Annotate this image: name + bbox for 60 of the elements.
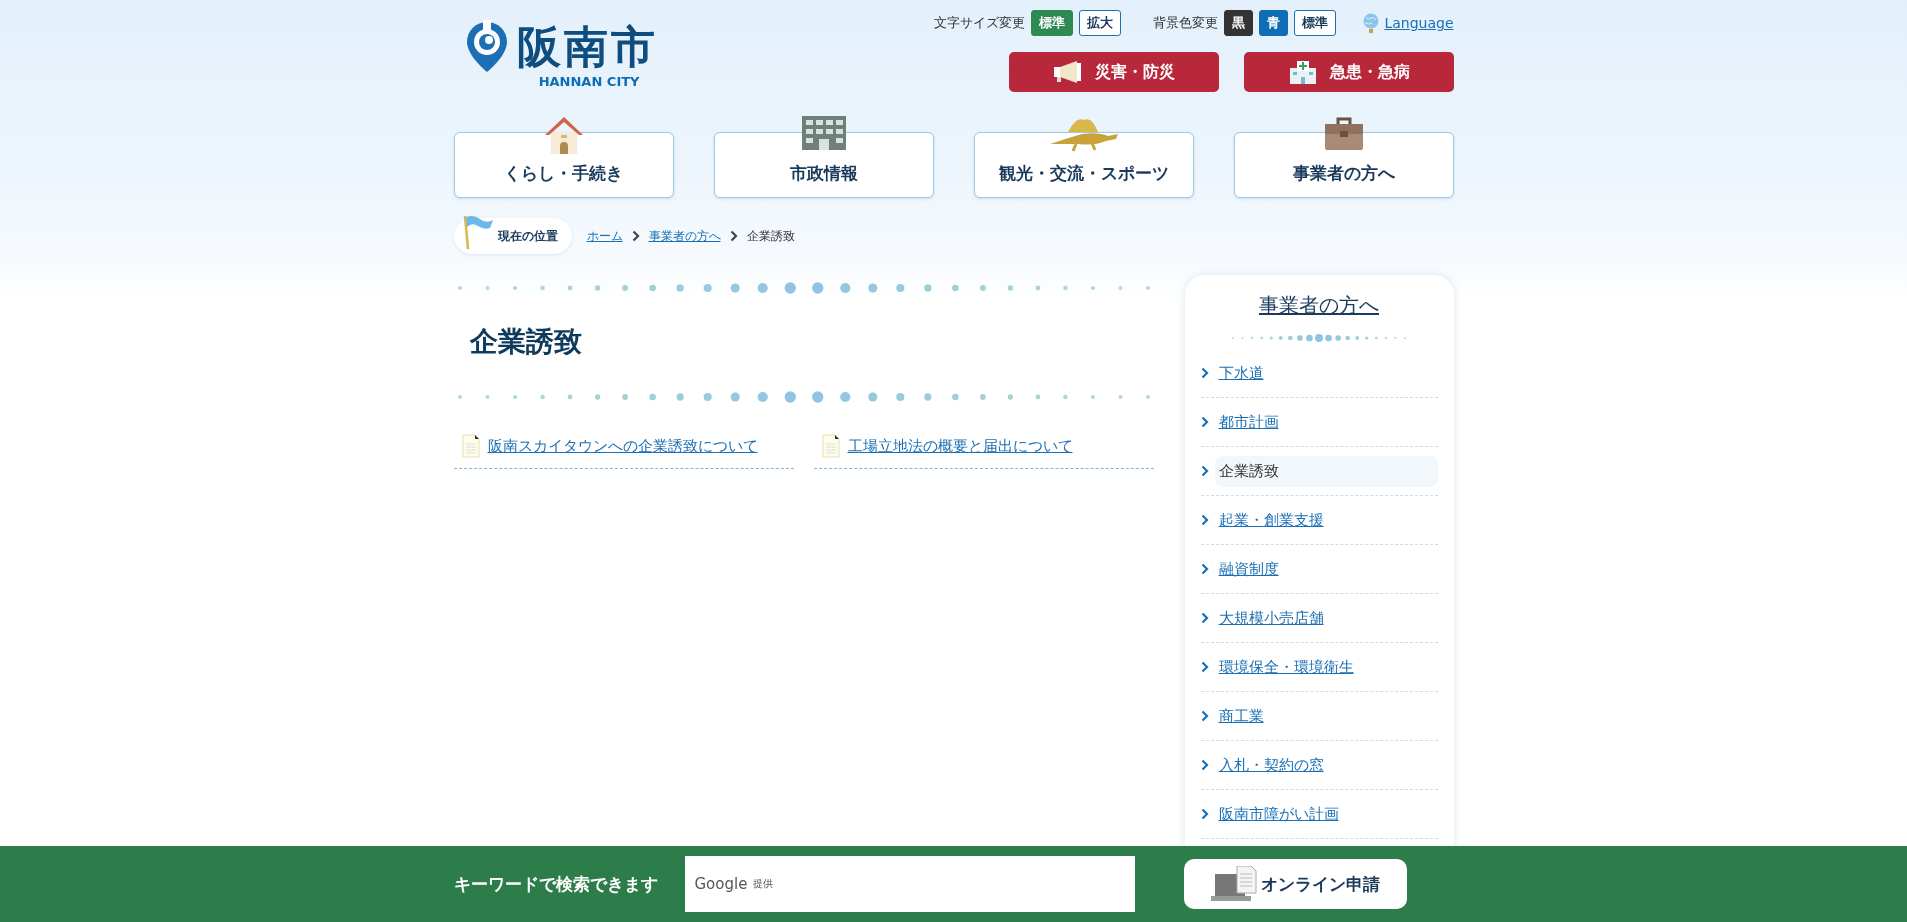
sidebar-title[interactable]: 事業者の方へ [1200,291,1438,319]
chevron-icon [1200,808,1209,820]
background-color-button[interactable]: 黒 [1224,10,1254,36]
sidebar-item[interactable]: 下水道 [1214,357,1438,389]
breadcrumb-link[interactable]: 事業者の方へ [648,227,721,245]
background-color-button[interactable]: 青 [1259,10,1289,36]
document-icon [821,434,840,458]
chevron-icon [1200,367,1209,379]
megaphone-icon [1052,61,1083,83]
logo-subtitle: HANNAN CITY [538,74,640,90]
chevron-icon [729,230,738,242]
globe-icon [1362,13,1381,33]
page-link[interactable]: 阪南スカイタウンへの企業誘致について [487,436,758,456]
chevron-icon [1200,465,1209,477]
search-label: キーワードで検索できます [453,872,659,896]
sidebar-item[interactable]: 大規模小売店舗 [1214,602,1438,634]
sidebar-item[interactable]: 環境保全・環境衛生 [1214,651,1438,683]
hospital-icon [1287,60,1318,84]
background-color-button[interactable]: 標準 [1294,10,1337,36]
sidebar-item[interactable]: 企業誘致 [1214,455,1438,487]
search-field[interactable]: Google 提供 [684,856,1135,912]
chevron-icon [1200,563,1209,575]
nav-card[interactable]: くらし・手続き [453,132,674,198]
emergency-button[interactable]: 災害・防災 [1008,52,1219,92]
emergency-button[interactable]: 急患・急病 [1243,52,1454,92]
breadcrumb-link[interactable]: ホーム [586,227,623,245]
laptop-icon [1210,866,1257,902]
sidebar-item[interactable]: 融資制度 [1214,553,1438,585]
language-link[interactable]: Language [1384,15,1454,31]
logo-icon [464,20,509,74]
logo-name[interactable]: 阪南市 [516,23,658,71]
nav-card[interactable]: 市政情報 [713,132,934,198]
document-icon [461,434,480,458]
page-title: 企業誘致 [469,324,583,360]
chevron-icon [1200,661,1209,673]
font-size-button[interactable]: 拡大 [1079,10,1122,36]
background-color-label: 背景色変更 [1153,14,1219,32]
flag-icon [461,214,494,250]
sidebar-item[interactable]: 起業・創業支援 [1214,504,1438,536]
location-label: 現在の位置 [497,227,558,245]
sidebar-item[interactable]: 入札・契約の窓 [1214,749,1438,781]
sidebar-item[interactable]: 商工業 [1214,700,1438,732]
briefcase-icon [1324,116,1363,150]
building-icon [801,116,846,150]
font-size-button[interactable]: 標準 [1031,10,1074,36]
chevron-icon [1200,612,1209,624]
font-size-label: 文字サイズ変更 [934,14,1026,32]
chevron-icon [1200,514,1209,526]
chevron-icon [1200,416,1209,428]
nav-card[interactable]: 事業者の方へ [1233,132,1454,198]
chevron-icon [1200,759,1209,771]
online-application-button[interactable]: オンライン申請 [1183,859,1407,909]
page-link[interactable]: 工場立地法の概要と届出について [847,436,1073,456]
sidebar-item[interactable]: 阪南市障がい計画 [1214,798,1438,830]
breadcrumb-current: 企業誘致 [746,227,795,245]
chevron-icon [631,230,640,242]
nav-card[interactable]: 観光・交流・スポーツ [973,132,1194,198]
sidebar-item[interactable]: 都市計画 [1214,406,1438,438]
house-icon [543,116,584,154]
chevron-icon [1200,710,1209,722]
